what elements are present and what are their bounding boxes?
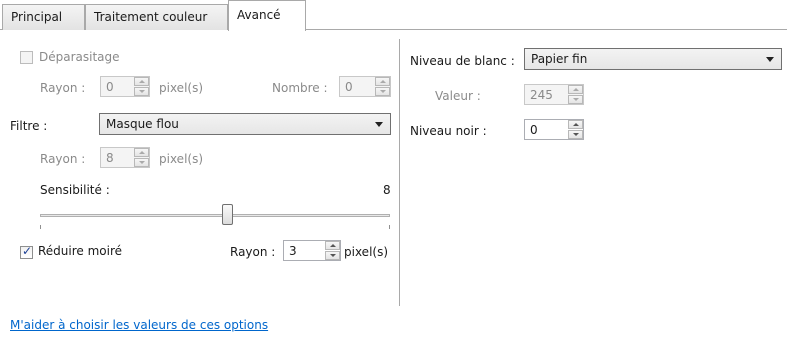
rayon2-down-button[interactable] (134, 158, 149, 167)
reduire-moire-label: Réduire moiré (38, 244, 123, 258)
help-link[interactable]: M'aider à choisir les valeurs de ces opt… (10, 318, 268, 332)
niveau-noir-value: 0 (530, 123, 538, 137)
tab-traitement-couleur[interactable]: Traitement couleur (85, 4, 228, 30)
nombre-label: Nombre : (272, 81, 328, 95)
niveau-noir-down-button[interactable] (568, 130, 583, 139)
rayon2-unit: pixel(s) (159, 152, 204, 166)
rayon1-unit: pixel(s) (159, 81, 204, 95)
valeur-down-button[interactable] (568, 95, 583, 104)
filtre-dropdown[interactable]: Masque flou (99, 113, 391, 135)
deparasitage-label: Déparasitage (39, 50, 120, 64)
valeur-up-button[interactable] (568, 85, 583, 94)
nombre-up-button[interactable] (375, 77, 390, 86)
niveau-blanc-value: Papier fin (531, 52, 588, 66)
rayon3-up-button[interactable] (325, 241, 340, 250)
rayon1-up-button[interactable] (134, 77, 149, 86)
valeur-label: Valeur : (435, 89, 481, 103)
valeur-stepper[interactable]: 245 (524, 84, 584, 105)
tab-principal[interactable]: Principal (2, 4, 85, 30)
rayon2-value: 8 (106, 151, 114, 165)
nombre-stepper[interactable]: 0 (339, 76, 391, 97)
sensibilite-label: Sensibilité : (40, 183, 110, 197)
chevron-down-icon (375, 122, 383, 127)
valeur-value: 245 (530, 88, 553, 102)
rayon3-stepper[interactable]: 3 (283, 240, 341, 261)
filtre-value: Masque flou (106, 117, 179, 131)
nombre-down-button[interactable] (375, 87, 390, 96)
chevron-down-icon (766, 57, 774, 62)
panel-divider (399, 39, 400, 306)
rayon3-label: Rayon : (230, 245, 276, 259)
rayon3-unit: pixel(s) (344, 245, 389, 259)
rayon1-value: 0 (106, 80, 114, 94)
slider-tick (389, 225, 390, 229)
niveau-blanc-dropdown[interactable]: Papier fin (524, 48, 782, 70)
tab-avance[interactable]: Avancé (228, 0, 306, 31)
reduire-moire-checkbox[interactable]: ✓ (20, 244, 33, 259)
filtre-label: Filtre : (10, 119, 48, 133)
niveau-noir-stepper[interactable]: 0 (524, 119, 584, 140)
sensibilite-slider-thumb[interactable] (222, 204, 233, 225)
rayon3-value: 3 (289, 244, 297, 258)
rayon1-down-button[interactable] (134, 87, 149, 96)
deparasitage-checkbox[interactable] (20, 51, 33, 64)
sensibilite-value: 8 (383, 183, 391, 197)
rayon2-up-button[interactable] (134, 148, 149, 157)
rayon3-down-button[interactable] (325, 251, 340, 260)
rayon2-label: Rayon : (40, 152, 86, 166)
tab-strip: Principal Traitement couleur Avancé (0, 0, 787, 31)
rayon1-stepper[interactable]: 0 (100, 76, 150, 97)
slider-tick (40, 225, 41, 229)
sensibilite-slider-track[interactable] (40, 214, 390, 217)
nombre-value: 0 (345, 80, 353, 94)
niveau-noir-up-button[interactable] (568, 120, 583, 129)
niveau-noir-label: Niveau noir : (410, 124, 487, 138)
niveau-blanc-label: Niveau de blanc : (410, 54, 515, 68)
rayon1-label: Rayon : (40, 81, 86, 95)
rayon2-stepper[interactable]: 8 (100, 147, 150, 168)
checkmark-icon: ✓ (22, 244, 33, 258)
